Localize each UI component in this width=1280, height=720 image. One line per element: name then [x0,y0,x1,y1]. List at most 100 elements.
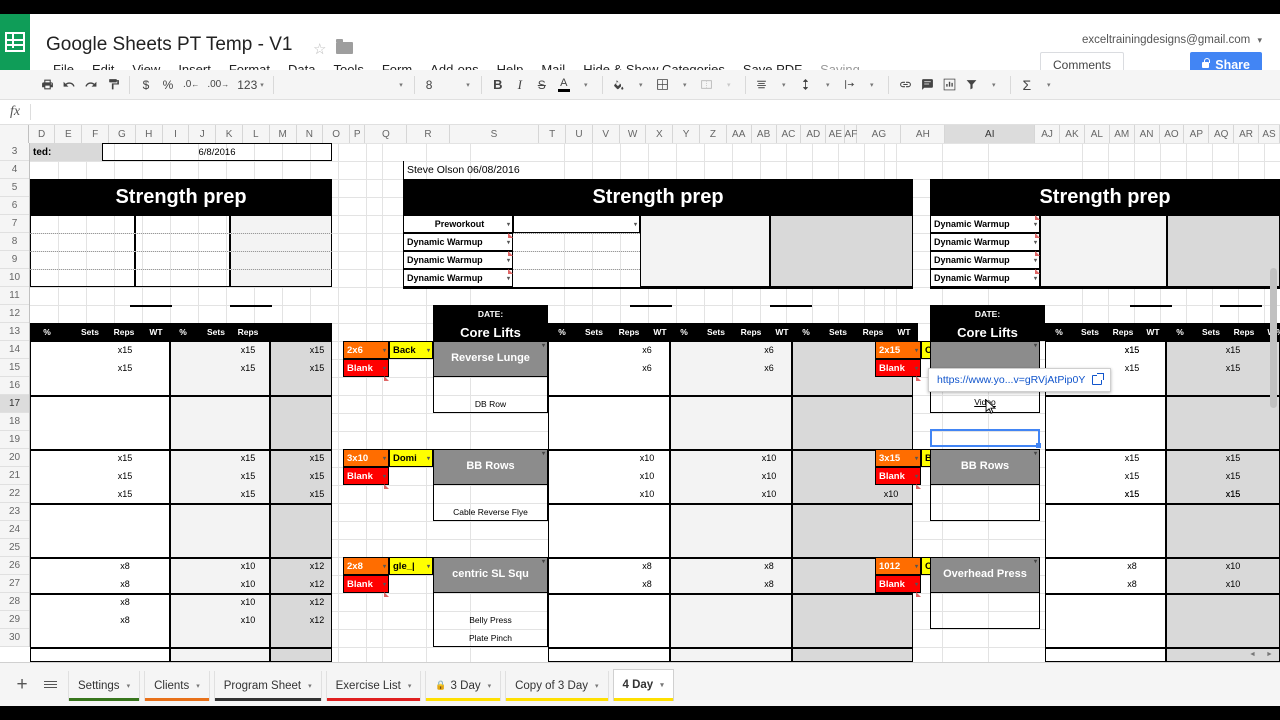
middle-reps-value[interactable]: x10 [630,449,664,467]
account-email[interactable]: exceltrainingdesigns@gmail.com ▾ [1082,34,1262,46]
middle-reps-value[interactable]: x6 [752,359,786,377]
left-reps-value[interactable]: x15 [232,359,264,377]
column-header-af[interactable]: AF [845,125,858,143]
column-header-aa[interactable]: AA [726,125,752,143]
vertical-scroll-thumb[interactable] [1270,268,1277,408]
vertical-scrollbar[interactable] [1269,268,1278,662]
row-header-28[interactable]: 28 [0,593,29,611]
left-reps-value[interactable]: x12 [302,557,332,575]
left-reps-value[interactable]: x10 [232,575,264,593]
middle-reps-value[interactable]: x10 [752,449,786,467]
left-reps-value[interactable]: x15 [108,359,142,377]
left-reps-value[interactable]: x10 [232,557,264,575]
font-size-dropdown[interactable]: 8 ▾ [420,73,476,97]
row-header-5[interactable]: 5 [0,179,29,197]
row-header-25[interactable]: 25 [0,539,29,557]
sheet-tab-copy-of-3-day[interactable]: Copy of 3 Day ▾ [505,670,609,701]
column-header-g[interactable]: G [109,125,136,143]
right-reps-value[interactable]: x15 [1216,485,1250,503]
left-reps-value[interactable]: x12 [302,575,332,593]
left-reps-value[interactable]: x12 [302,593,332,611]
row-header-11[interactable]: 11 [0,287,29,305]
sum-functions-icon[interactable]: Σ [1016,73,1038,97]
right-reps-value[interactable]: x15 [1115,467,1149,485]
row-header-12[interactable]: 12 [0,305,29,323]
text-color-button[interactable]: A [553,73,575,97]
column-header-ai[interactable]: AI [945,125,1036,143]
currency-format-button[interactable]: $ [135,73,157,97]
middle-muscle-dropdown-3[interactable]: gle_| ▾ [389,557,433,575]
column-header-ap[interactable]: AP [1184,125,1210,143]
right-reps-value[interactable]: x15 [1216,359,1250,377]
sheet-tab-clients[interactable]: Clients ▾ [144,670,210,701]
column-header-t[interactable]: T [539,125,567,143]
middle-blank-dropdown-3[interactable]: Blank ▾ [343,575,389,597]
column-header-r[interactable]: R [407,125,450,143]
right-sets-dropdown-1[interactable]: 2x15 ▾ [875,341,921,359]
middle-reps-value[interactable]: x6 [630,341,664,359]
dropdown-dynamic-warmup-1[interactable]: Dynamic Warmup ▾ [403,233,513,251]
column-header-n[interactable]: N [296,125,324,143]
sheet-tab-settings[interactable]: Settings ▾ [68,670,141,701]
row-header-8[interactable]: 8 [0,233,29,251]
column-header-ae[interactable]: AE [826,125,846,143]
right-blank-dropdown-2[interactable]: Blank ▾ [875,467,921,489]
text-wrap-icon[interactable] [839,73,861,97]
left-reps-value[interactable]: x8 [108,557,142,575]
left-block-1[interactable] [30,341,170,662]
right-blank-dropdown-3[interactable]: Blank ▾ [875,575,921,597]
left-reps-value[interactable]: x10 [232,611,264,629]
column-header-q[interactable]: Q [365,125,408,143]
right-reps-value[interactable]: x15 [1115,341,1149,359]
increase-decimal-button[interactable]: .00 → [203,73,233,97]
middle-reps-value[interactable]: x8 [752,557,786,575]
row-header-18[interactable]: 18 [0,413,29,431]
column-header-aj[interactable]: AJ [1035,125,1061,143]
row-header-4[interactable]: 4 [0,161,29,179]
star-icon[interactable]: ☆ [313,40,326,58]
row-header-29[interactable]: 29 [0,611,29,629]
middle-reps-value[interactable]: x10 [752,485,786,503]
column-header-k[interactable]: K [216,125,243,143]
cell-created-label[interactable]: ted: [30,143,102,161]
row-header-27[interactable]: 27 [0,575,29,593]
column-header-f[interactable]: F [82,125,110,143]
column-header-ag[interactable]: AG [857,125,902,143]
row-header-14[interactable]: 14 [0,341,29,359]
left-reps-value[interactable]: x10 [232,593,264,611]
strikethrough-button[interactable]: S [531,73,553,97]
left-reps-value[interactable]: x12 [302,611,332,629]
left-reps-value[interactable]: x15 [108,485,142,503]
chevron-down-icon[interactable]: ▾ [488,682,492,690]
left-reps-value[interactable]: x15 [108,467,142,485]
insert-comment-icon[interactable] [917,73,939,97]
middle-reps-value[interactable]: x10 [874,485,908,503]
borders-icon[interactable] [652,73,674,97]
left-reps-value[interactable]: x15 [302,485,332,503]
italic-button[interactable]: I [509,73,531,97]
left-reps-value[interactable]: x15 [302,341,332,359]
row-header-21[interactable]: 21 [0,467,29,485]
redo-icon[interactable] [80,73,102,97]
middle-reps-value[interactable]: x10 [752,467,786,485]
sheet-tab-program-sheet[interactable]: Program Sheet ▾ [213,670,322,701]
column-header-ao[interactable]: AO [1159,125,1185,143]
column-header-am[interactable]: AM [1109,125,1135,143]
column-header-x[interactable]: X [646,125,674,143]
sheet-tab-3-day[interactable]: 🔒 3 Day ▾ [425,670,502,701]
left-reps-value[interactable]: x15 [108,341,142,359]
font-family-dropdown[interactable] [279,73,409,97]
column-header-s[interactable]: S [449,125,540,143]
filter-icon[interactable] [961,73,983,97]
row-header-9[interactable]: 9 [0,251,29,269]
page-title[interactable]: Google Sheets PT Temp - V1 [46,34,292,56]
column-header-ab[interactable]: AB [751,125,777,143]
dropdown-preworkout[interactable]: Preworkout ▾ [403,215,513,233]
column-header-w[interactable]: W [619,125,647,143]
column-header-an[interactable]: AN [1134,125,1160,143]
hyperlink-tooltip[interactable]: https://www.yo...v=gRVjAtPip0Y [928,368,1112,392]
decrease-decimal-button[interactable]: .0 ← [179,73,203,97]
scroll-right-button[interactable]: ► [1266,651,1273,658]
chevron-down-icon[interactable]: ▾ [127,682,131,690]
left-reps-value[interactable]: x15 [232,485,264,503]
